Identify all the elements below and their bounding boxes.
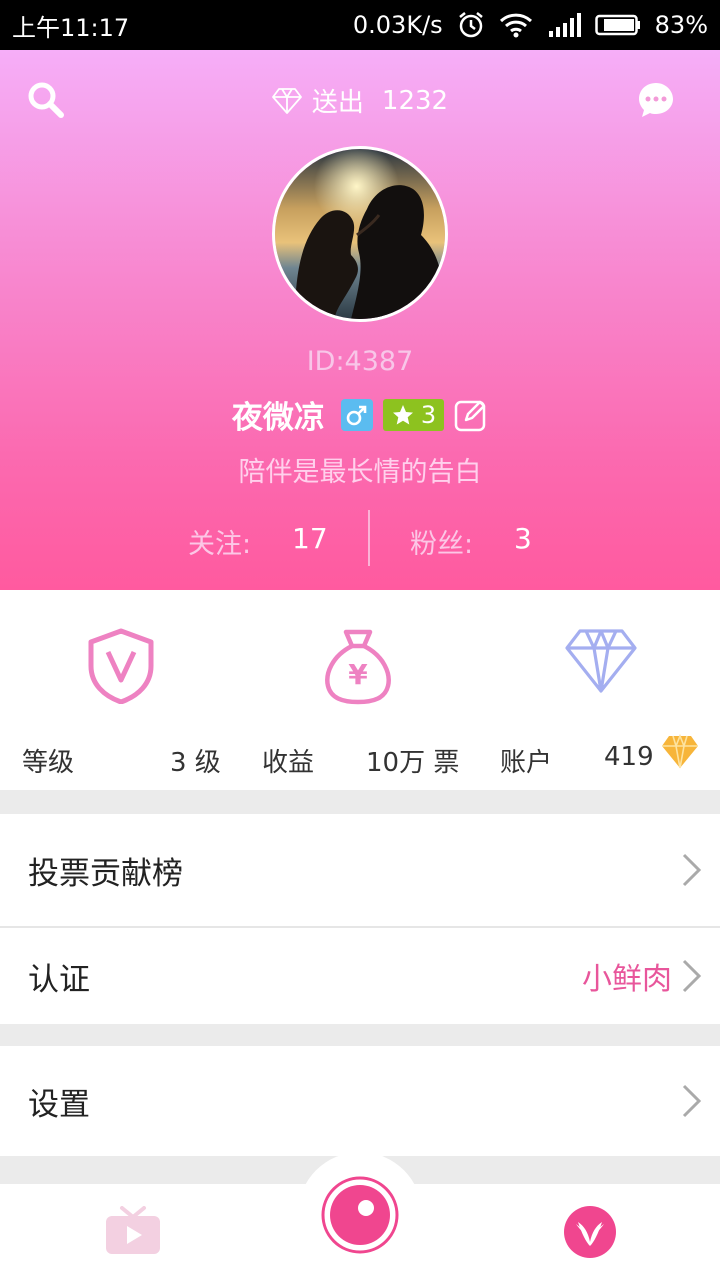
wifi-icon [499, 13, 532, 38]
income-value: 10万 票 [366, 748, 460, 778]
shield-v-icon[interactable] [86, 628, 156, 704]
money-bag-icon[interactable]: ¥ [322, 628, 394, 706]
chevron-right-icon [682, 853, 702, 887]
app-screen: 上午11:17 0.03K/s 83% 送出 1232 ID:4387 夜微凉 … [0, 0, 720, 1280]
name-row: 夜微凉 3 [0, 392, 720, 437]
chat-icon[interactable] [636, 80, 676, 120]
profile-icon[interactable] [562, 1204, 618, 1260]
chevron-right-icon [682, 959, 702, 993]
verify-label: 认证 [28, 961, 90, 998]
follow-stats: 关注: 17 粉丝: 3 [0, 510, 720, 566]
signal-icon [548, 13, 581, 37]
username: 夜微凉 [231, 400, 325, 436]
stats-panel: ¥ 等级 3 级 收益 10万 票 账户 419 [0, 590, 720, 790]
menu-vote-rank[interactable]: 投票贡献榜 [0, 814, 720, 926]
edit-icon[interactable] [454, 398, 488, 432]
level-value: 3 级 [170, 748, 221, 778]
menu-settings[interactable]: 设置 [0, 1046, 720, 1156]
tv-icon[interactable] [104, 1206, 162, 1256]
income-label: 收益 [262, 748, 315, 778]
camera-icon[interactable] [320, 1175, 400, 1255]
svg-text:¥: ¥ [348, 658, 368, 691]
account-label: 账户 [500, 748, 553, 778]
account-value: 419 [604, 742, 654, 772]
follow-count[interactable]: 17 [292, 522, 328, 555]
sent-gifts[interactable]: 送出 1232 [0, 82, 720, 119]
diamond-outline-icon[interactable] [564, 628, 638, 694]
sent-label: 送出 [311, 88, 364, 118]
sent-count: 1232 [381, 85, 449, 116]
level-badge: 3 [382, 398, 445, 431]
gold-diamond-icon [662, 734, 698, 769]
menu-verify[interactable]: 认证 小鲜肉 [0, 928, 720, 1024]
alarm-icon [458, 12, 483, 38]
vote-rank-label: 投票贡献榜 [28, 855, 183, 892]
star-icon [392, 404, 413, 424]
avatar[interactable] [272, 146, 448, 322]
verify-tag: 小鲜肉 [582, 962, 672, 997]
male-icon [340, 398, 373, 431]
follow-label: 关注: [188, 529, 252, 560]
battery-percent: 83% [654, 11, 708, 39]
status-time: 上午11:17 [12, 13, 130, 42]
chevron-right-icon [682, 1084, 702, 1118]
diamond-icon [272, 87, 302, 114]
settings-label: 设置 [28, 1086, 90, 1123]
level-badge-value: 3 [420, 400, 437, 429]
fans-count[interactable]: 3 [514, 522, 532, 555]
user-bio: 陪伴是最长情的告白 [238, 457, 482, 488]
battery-icon [594, 14, 640, 36]
network-speed: 0.03K/s [352, 11, 443, 39]
level-label: 等级 [22, 748, 75, 778]
avatar-image [275, 149, 445, 319]
follow-divider [368, 510, 370, 566]
fans-label: 粉丝: [410, 529, 474, 560]
user-id: ID:4387 [306, 346, 414, 377]
status-bar: 上午11:17 0.03K/s 83% [0, 0, 720, 50]
profile-header: 送出 1232 ID:4387 夜微凉 3 陪伴是最长情的告白 关注: 17 粉… [0, 50, 720, 590]
verify-right: 小鲜肉 [582, 954, 704, 998]
